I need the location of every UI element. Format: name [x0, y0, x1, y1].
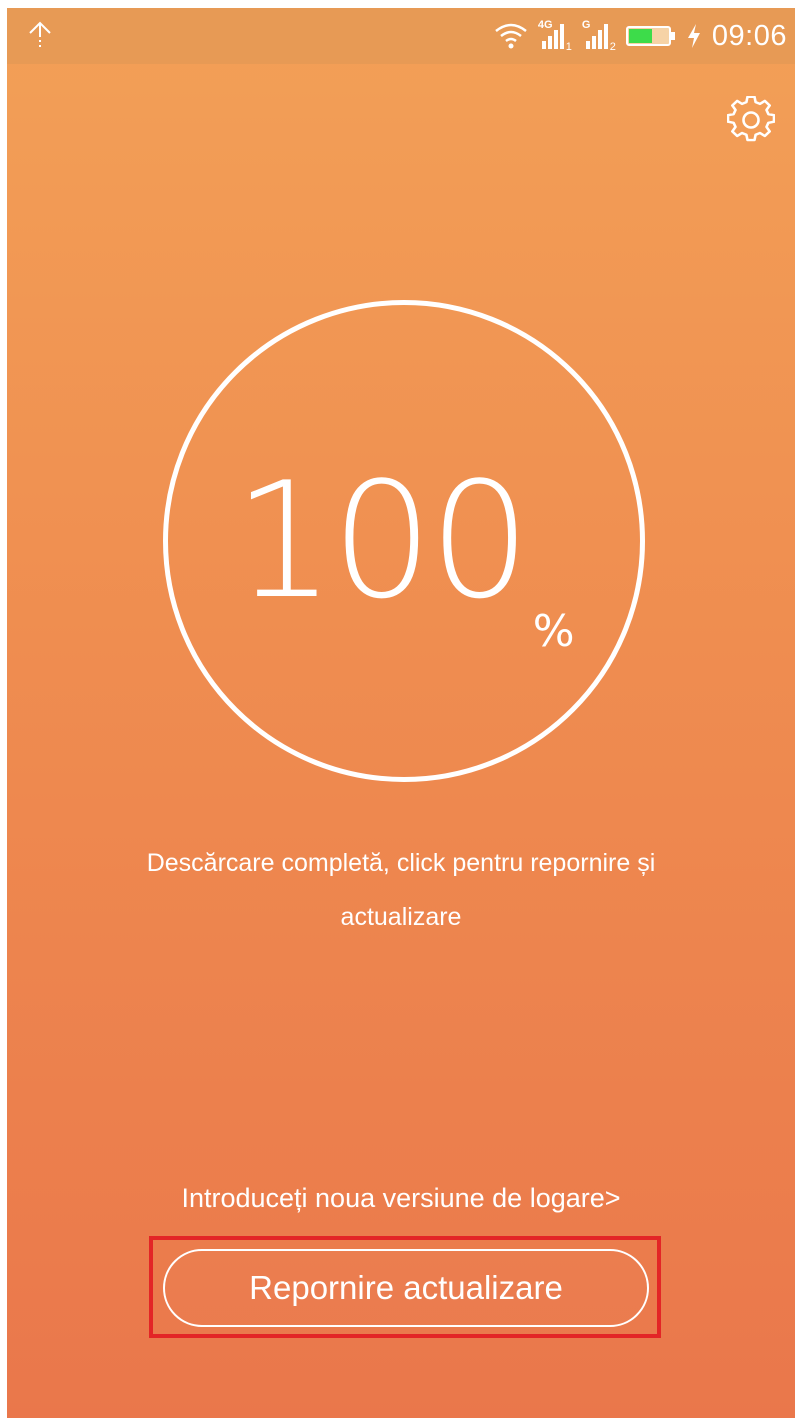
- restart-update-button[interactable]: Repornire actualizare: [163, 1249, 649, 1327]
- clock: 09:06: [711, 20, 787, 52]
- status-bar: 4G 1 G 2 09:06: [7, 8, 795, 64]
- sim2-signal: G 2: [582, 19, 616, 53]
- signal-icon: [585, 24, 608, 49]
- wifi-icon: [495, 23, 527, 49]
- update-screen: 4G 1 G 2 09:06 100 % Descărcare completă…: [7, 8, 795, 1418]
- status-icons: 4G 1 G 2 09:06: [494, 16, 787, 56]
- changelog-link[interactable]: Introduceți noua versiune de logare>: [87, 1178, 715, 1218]
- restart-update-label: Repornire actualizare: [249, 1269, 563, 1306]
- progress-indicator: 100 %: [163, 300, 645, 782]
- upload-arrow-icon: [29, 21, 51, 50]
- gear-icon[interactable]: [727, 96, 775, 144]
- charging-bolt-icon: [687, 24, 700, 48]
- battery-icon: [625, 26, 675, 46]
- sim1-slot-label: 1: [565, 41, 572, 53]
- progress-unit: %: [532, 606, 575, 657]
- sim2-slot-label: 2: [609, 41, 616, 53]
- download-complete-message: Descărcare completă, click pentru reporn…: [146, 849, 656, 931]
- progress-value: 100: [233, 447, 530, 634]
- sim1-signal: 4G 1: [538, 19, 572, 53]
- signal-icon: [541, 24, 564, 49]
